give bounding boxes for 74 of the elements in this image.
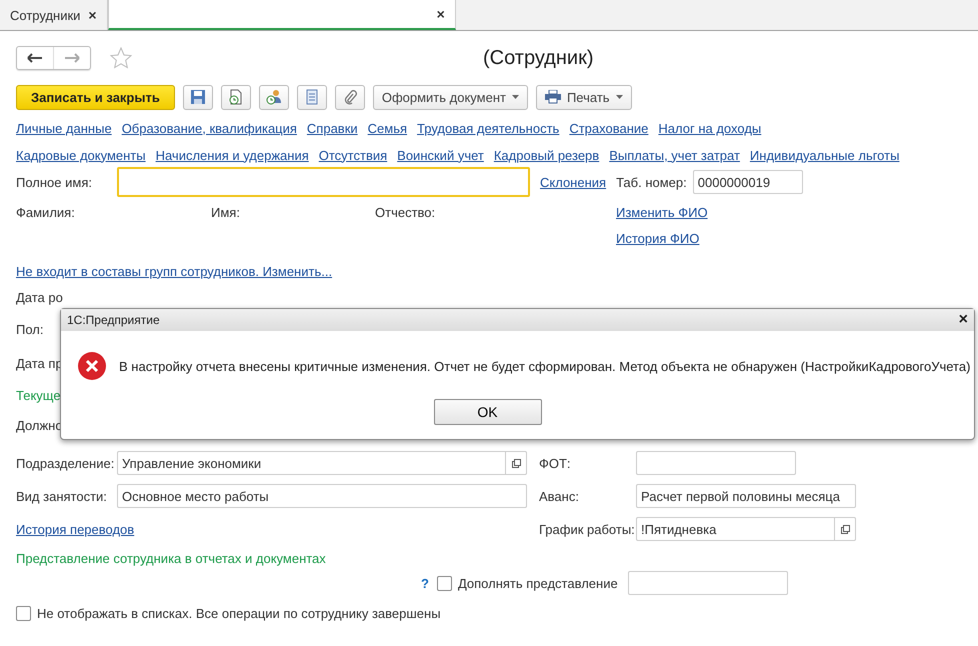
section-link[interactable]: Кадровые документы (16, 148, 146, 162)
print-button[interactable]: Печать (536, 84, 632, 110)
toolbar-icon-button[interactable] (334, 84, 365, 110)
section-link[interactable]: Справки (306, 120, 358, 136)
name-history-link[interactable]: История ФИО (616, 231, 708, 246)
field-label: Пол: (16, 321, 44, 339)
list-icon (306, 89, 318, 105)
star-icon[interactable] (109, 46, 133, 70)
toolbar-icon-button[interactable] (220, 84, 251, 110)
error-message: В настройку отчета внесены критичные изменения. Отчет не будет сформирован. Метод объекта не обнаружен (НастройкиКадровогоУчета) (119, 358, 970, 374)
caret-icon (512, 95, 519, 99)
error-icon (77, 351, 107, 381)
full-name-field[interactable] (117, 167, 530, 197)
section-link[interactable]: Образование, квалификация (122, 120, 297, 136)
section-link[interactable]: Личные данные (16, 120, 112, 136)
work-schedule-field[interactable]: !Пятидневка (636, 517, 856, 541)
transfer-history-link[interactable]: История переводов (16, 522, 134, 536)
save-and-close-button[interactable]: Записать и закрыть (16, 84, 175, 110)
section-link[interactable]: Индивидуальные льготы (750, 148, 900, 162)
section-link[interactable]: Отсутствия (318, 148, 388, 162)
toolbar-icon-button[interactable] (258, 84, 289, 110)
section-link[interactable]: Трудовая деятельность (417, 120, 560, 136)
open-icon (840, 524, 850, 534)
close-icon[interactable]: × (88, 7, 97, 23)
declensions-link[interactable]: Склонения (540, 174, 606, 190)
checkbox[interactable] (436, 576, 452, 590)
create-document-button[interactable]: Оформить документ (372, 84, 528, 110)
checkbox-label[interactable]: Не отображать в списках. Все операции по сотруднику завершены (37, 606, 441, 620)
section-link[interactable]: Выплаты, учет затрат (609, 148, 740, 162)
field-label: Аванс: (539, 488, 579, 504)
toolbar-icon-button[interactable] (296, 84, 327, 110)
section-link[interactable]: Начисления и удержания (156, 148, 309, 162)
field-label: График работы: (539, 522, 635, 536)
field-label: Дата ро (16, 289, 63, 307)
section-heading: Текуще (16, 387, 61, 405)
checkbox-label[interactable]: Дополнять представление (458, 576, 618, 590)
field-label: Подразделение: (16, 456, 114, 470)
employee-groups-link[interactable]: Не входит в составы групп сотрудников. Изменить... (16, 264, 332, 278)
navigation-buttons[interactable] (16, 46, 91, 70)
paperclip-icon (342, 89, 357, 105)
employment-type-field[interactable]: Основное место работы (117, 484, 527, 508)
field-label: Фамилия: (16, 205, 76, 220)
field-label: Полное имя: (16, 174, 93, 190)
field-label: Таб. номер: (616, 174, 687, 190)
tab-number-field[interactable]: 0000000019 (692, 170, 803, 194)
name-history-link[interactable]: Изменить ФИО (616, 205, 708, 220)
checkbox[interactable] (16, 606, 31, 620)
caret-icon (616, 95, 623, 99)
help-link[interactable]: ? (421, 576, 429, 590)
field-label: Отчество: (375, 205, 436, 220)
section-link[interactable]: Страхование (569, 120, 648, 136)
toolbar-icon-button[interactable] (182, 84, 213, 110)
document-tab[interactable]: × (108, 0, 456, 30)
field-label: ФОТ: (539, 456, 571, 470)
section-link[interactable]: Воинский учет (397, 148, 484, 162)
window-title: (Сотрудник) (483, 46, 594, 70)
document-clock-icon (228, 89, 244, 105)
open-icon (512, 458, 520, 468)
ok-button[interactable]: OK (434, 399, 542, 425)
field-label: Вид занятости: (16, 488, 107, 504)
section-link[interactable]: Семья (368, 120, 408, 136)
close-button[interactable]: × (958, 311, 968, 329)
person-clock-icon (266, 89, 282, 105)
field-label: Имя: (211, 205, 241, 220)
close-icon[interactable]: × (436, 6, 445, 22)
department-field[interactable]: Управление экономики (117, 451, 527, 475)
dialog-title: 1С:Предприятие (67, 313, 160, 327)
advance-field[interactable]: Расчет первой половины месяца (636, 484, 856, 508)
printer-icon (544, 90, 561, 104)
section-link[interactable]: Налог на доходы (658, 120, 762, 136)
section-heading: Представление сотрудника в отчетах и документах (16, 551, 327, 566)
presentation-field[interactable] (628, 571, 788, 595)
section-link[interactable]: Кадровый резерв (494, 148, 600, 162)
payroll-field[interactable] (636, 451, 796, 475)
